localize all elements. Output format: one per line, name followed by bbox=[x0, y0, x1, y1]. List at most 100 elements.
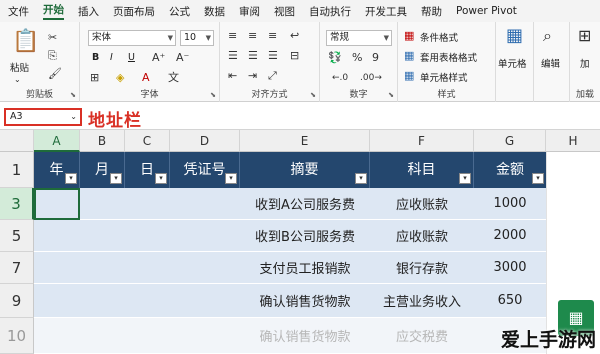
chevron-down-icon[interactable]: ⌄ bbox=[70, 110, 77, 124]
paste-label[interactable]: 粘贴 bbox=[10, 60, 29, 74]
align-top-icon[interactable]: ≡ bbox=[228, 30, 237, 42]
filter-dropdown-icon[interactable]: ▾ bbox=[532, 173, 544, 184]
tab-data[interactable]: 数据 bbox=[204, 4, 225, 19]
font-color-icon[interactable]: A bbox=[142, 72, 150, 84]
increase-indent-icon[interactable]: ⇥ bbox=[248, 70, 257, 82]
column-header-e[interactable]: E bbox=[240, 130, 370, 152]
alignment-launcher-icon[interactable]: ⬊ bbox=[310, 91, 316, 99]
editing-button[interactable]: 编辑 bbox=[541, 56, 560, 70]
align-bottom-icon[interactable]: ≡ bbox=[268, 30, 277, 42]
cell-styles-button[interactable]: 单元格样式 bbox=[420, 70, 468, 84]
cell-account[interactable]: 银行存款 bbox=[370, 252, 474, 283]
tab-file[interactable]: 文件 bbox=[8, 4, 29, 19]
tab-developer[interactable]: 开发工具 bbox=[365, 4, 407, 19]
addins-button[interactable]: 加 bbox=[580, 56, 590, 70]
font-shrink-icon[interactable]: A⁻ bbox=[176, 52, 189, 64]
clipboard-launcher-icon[interactable]: ⬊ bbox=[70, 91, 76, 99]
cell-amount[interactable]: 2000 bbox=[474, 220, 546, 251]
cells-button[interactable]: 单元格 bbox=[498, 56, 527, 70]
cell-summary[interactable]: 收到B公司服务费 bbox=[240, 220, 370, 251]
cell-account[interactable]: 主营业务收入 bbox=[370, 284, 474, 317]
align-left-icon[interactable]: ☰ bbox=[228, 50, 238, 62]
tab-page-layout[interactable]: 页面布局 bbox=[113, 4, 155, 19]
increase-decimal-icon[interactable]: ←.0 bbox=[332, 72, 348, 84]
align-center-icon[interactable]: ☰ bbox=[248, 50, 258, 62]
column-header-h[interactable]: H bbox=[546, 130, 600, 152]
row-header[interactable]: 9 bbox=[0, 284, 34, 318]
cut-icon[interactable]: ✂ bbox=[48, 32, 57, 44]
row-header-selected[interactable]: 3 bbox=[0, 188, 34, 220]
name-box[interactable]: A3 ⌄ bbox=[4, 108, 82, 126]
cell-summary[interactable]: 收到A公司服务费 bbox=[240, 188, 370, 219]
filter-dropdown-icon[interactable]: ▾ bbox=[459, 173, 471, 184]
row-header[interactable]: 7 bbox=[0, 252, 34, 284]
table-row[interactable]: 收到B公司服务费 应收账款 2000 bbox=[34, 220, 546, 252]
cells-icon[interactable]: ▦ bbox=[506, 27, 523, 45]
table-row[interactable]: 收到A公司服务费 应收账款 1000 bbox=[34, 188, 546, 220]
cell-amount[interactable]: 3000 bbox=[474, 252, 546, 283]
filter-dropdown-icon[interactable]: ▾ bbox=[225, 173, 237, 184]
table-header-cell[interactable]: 科目 ▾ bbox=[370, 152, 474, 188]
filter-dropdown-icon[interactable]: ▾ bbox=[155, 173, 167, 184]
italic-button[interactable]: I bbox=[110, 52, 113, 63]
currency-icon[interactable]: 💱 bbox=[328, 52, 342, 64]
column-header-c[interactable]: C bbox=[125, 130, 170, 152]
underline-button[interactable]: U bbox=[128, 52, 135, 63]
conditional-format-button[interactable]: 条件格式 bbox=[420, 30, 458, 44]
filter-dropdown-icon[interactable]: ▾ bbox=[355, 173, 367, 184]
cell-account[interactable]: 应交税费 bbox=[370, 318, 474, 353]
search-icon[interactable]: ⌕ bbox=[543, 28, 552, 44]
cell-amount[interactable]: 1000 bbox=[474, 188, 546, 219]
comma-style-icon[interactable]: 9 bbox=[372, 52, 379, 64]
row-header[interactable]: 1 bbox=[0, 152, 34, 188]
tab-help[interactable]: 帮助 bbox=[421, 4, 442, 19]
border-icon[interactable]: ⊞ bbox=[90, 72, 99, 84]
table-header-cell[interactable]: 月 ▾ bbox=[80, 152, 125, 188]
column-header-a[interactable]: A bbox=[34, 130, 80, 152]
table-header-cell[interactable]: 日 ▾ bbox=[125, 152, 170, 188]
cell-summary[interactable]: 支付员工报销款 bbox=[240, 252, 370, 283]
decrease-decimal-icon[interactable]: .00→ bbox=[360, 72, 382, 84]
format-as-table-button[interactable]: 套用表格格式 bbox=[420, 50, 477, 64]
font-name-select[interactable]: 宋体 ▼ bbox=[88, 30, 176, 46]
table-header-cell[interactable]: 凭证号 ▾ bbox=[170, 152, 240, 188]
paste-icon[interactable]: 📋 bbox=[12, 30, 39, 54]
cell-account[interactable]: 应收账款 bbox=[370, 188, 474, 219]
tab-formulas[interactable]: 公式 bbox=[169, 4, 190, 19]
table-header-cell[interactable]: 年 ▾ bbox=[34, 152, 80, 188]
cell-summary[interactable]: 确认销售货物款 bbox=[240, 284, 370, 317]
orientation-icon[interactable]: ⤢ bbox=[268, 70, 277, 82]
column-header-f[interactable]: F bbox=[370, 130, 474, 152]
percent-icon[interactable]: % bbox=[352, 52, 362, 64]
table-header-cell[interactable]: 摘要 ▾ bbox=[240, 152, 370, 188]
phonetic-icon[interactable]: 文 bbox=[168, 72, 179, 84]
cell-summary[interactable]: 确认销售货物款 bbox=[240, 318, 370, 353]
table-row[interactable]: 确认销售货物款 应交税费 bbox=[34, 318, 546, 354]
select-all-corner[interactable] bbox=[0, 130, 34, 152]
align-middle-icon[interactable]: ≡ bbox=[248, 30, 257, 42]
align-right-icon[interactable]: ☰ bbox=[268, 50, 278, 62]
merge-center-icon[interactable]: ⊟ bbox=[290, 50, 299, 62]
filter-dropdown-icon[interactable]: ▾ bbox=[110, 173, 122, 184]
table-row[interactable]: 确认销售货物款 主营业务收入 650 bbox=[34, 284, 546, 318]
number-format-select[interactable]: 常规 ▼ bbox=[326, 30, 392, 46]
column-header-g[interactable]: G bbox=[474, 130, 546, 152]
tab-insert[interactable]: 插入 bbox=[78, 4, 99, 19]
font-launcher-icon[interactable]: ⬊ bbox=[210, 91, 216, 99]
tab-power-pivot[interactable]: Power Pivot bbox=[456, 5, 517, 17]
copy-icon[interactable]: ⎘ bbox=[48, 50, 57, 62]
column-header-b[interactable]: B bbox=[80, 130, 125, 152]
spreadsheet-grid[interactable]: A B C D E F G H 1 3 5 7 9 10 年 ▾ 月 ▾ 日 ▾… bbox=[0, 130, 600, 354]
row-header[interactable]: 10 bbox=[0, 318, 34, 354]
font-grow-icon[interactable]: A⁺ bbox=[152, 52, 165, 64]
wrap-text-icon[interactable]: ↩ bbox=[290, 30, 299, 42]
tab-automate[interactable]: 自动执行 bbox=[309, 4, 351, 19]
column-header-d[interactable]: D bbox=[170, 130, 240, 152]
row-header[interactable]: 5 bbox=[0, 220, 34, 252]
cell-account[interactable]: 应收账款 bbox=[370, 220, 474, 251]
fill-color-icon[interactable]: ◈ bbox=[116, 72, 124, 84]
addins-icon[interactable]: ⊞ bbox=[578, 28, 591, 44]
table-header-cell[interactable]: 金额 ▾ bbox=[474, 152, 546, 188]
tab-review[interactable]: 审阅 bbox=[239, 4, 260, 19]
filter-dropdown-icon[interactable]: ▾ bbox=[65, 173, 77, 184]
